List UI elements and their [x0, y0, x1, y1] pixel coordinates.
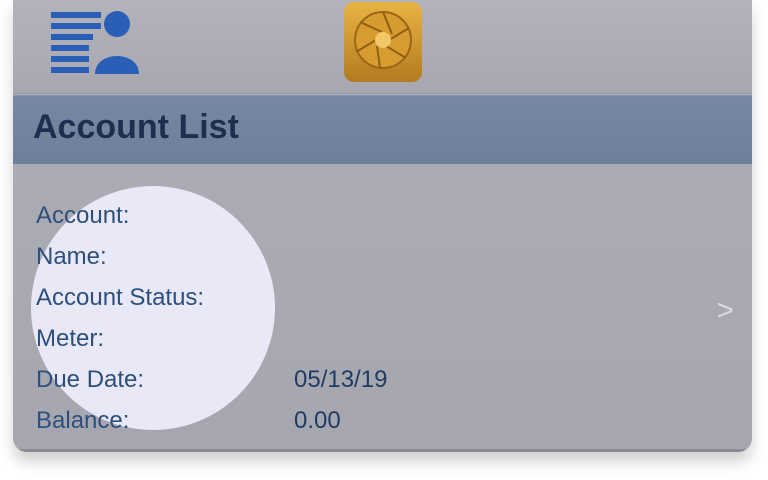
field-label-balance: Balance:	[36, 407, 130, 434]
field-row-name: Name:	[36, 243, 107, 271]
title-bar: Account List	[13, 95, 752, 165]
field-value-balance: 0.00	[294, 407, 341, 434]
field-value-due-date: 05/13/19	[294, 366, 388, 393]
field-row-meter: Meter:	[36, 325, 104, 353]
top-toolbar	[13, 0, 752, 94]
account-list-icon[interactable]	[51, 10, 139, 76]
field-label-name: Name:	[36, 243, 107, 270]
device-screen: Account List Account: Name: Account Stat…	[13, 0, 752, 452]
field-row-balance: Balance: 0.00	[36, 407, 341, 435]
chevron-right-icon[interactable]: >	[716, 294, 734, 328]
field-row-account-status: Account Status:	[36, 284, 204, 312]
field-label-due-date: Due Date:	[36, 366, 145, 393]
account-list-item[interactable]: Account: Name: Account Status: Meter: Du…	[13, 164, 752, 452]
field-label-account: Account:	[36, 202, 130, 229]
camera-shutter-icon[interactable]	[344, 2, 422, 82]
field-label-meter: Meter:	[36, 325, 105, 352]
page-title: Account List	[33, 108, 239, 146]
field-row-account: Account:	[36, 202, 129, 230]
field-row-due-date: Due Date: 05/13/19	[36, 366, 387, 394]
field-label-account-status: Account Status:	[36, 284, 205, 311]
